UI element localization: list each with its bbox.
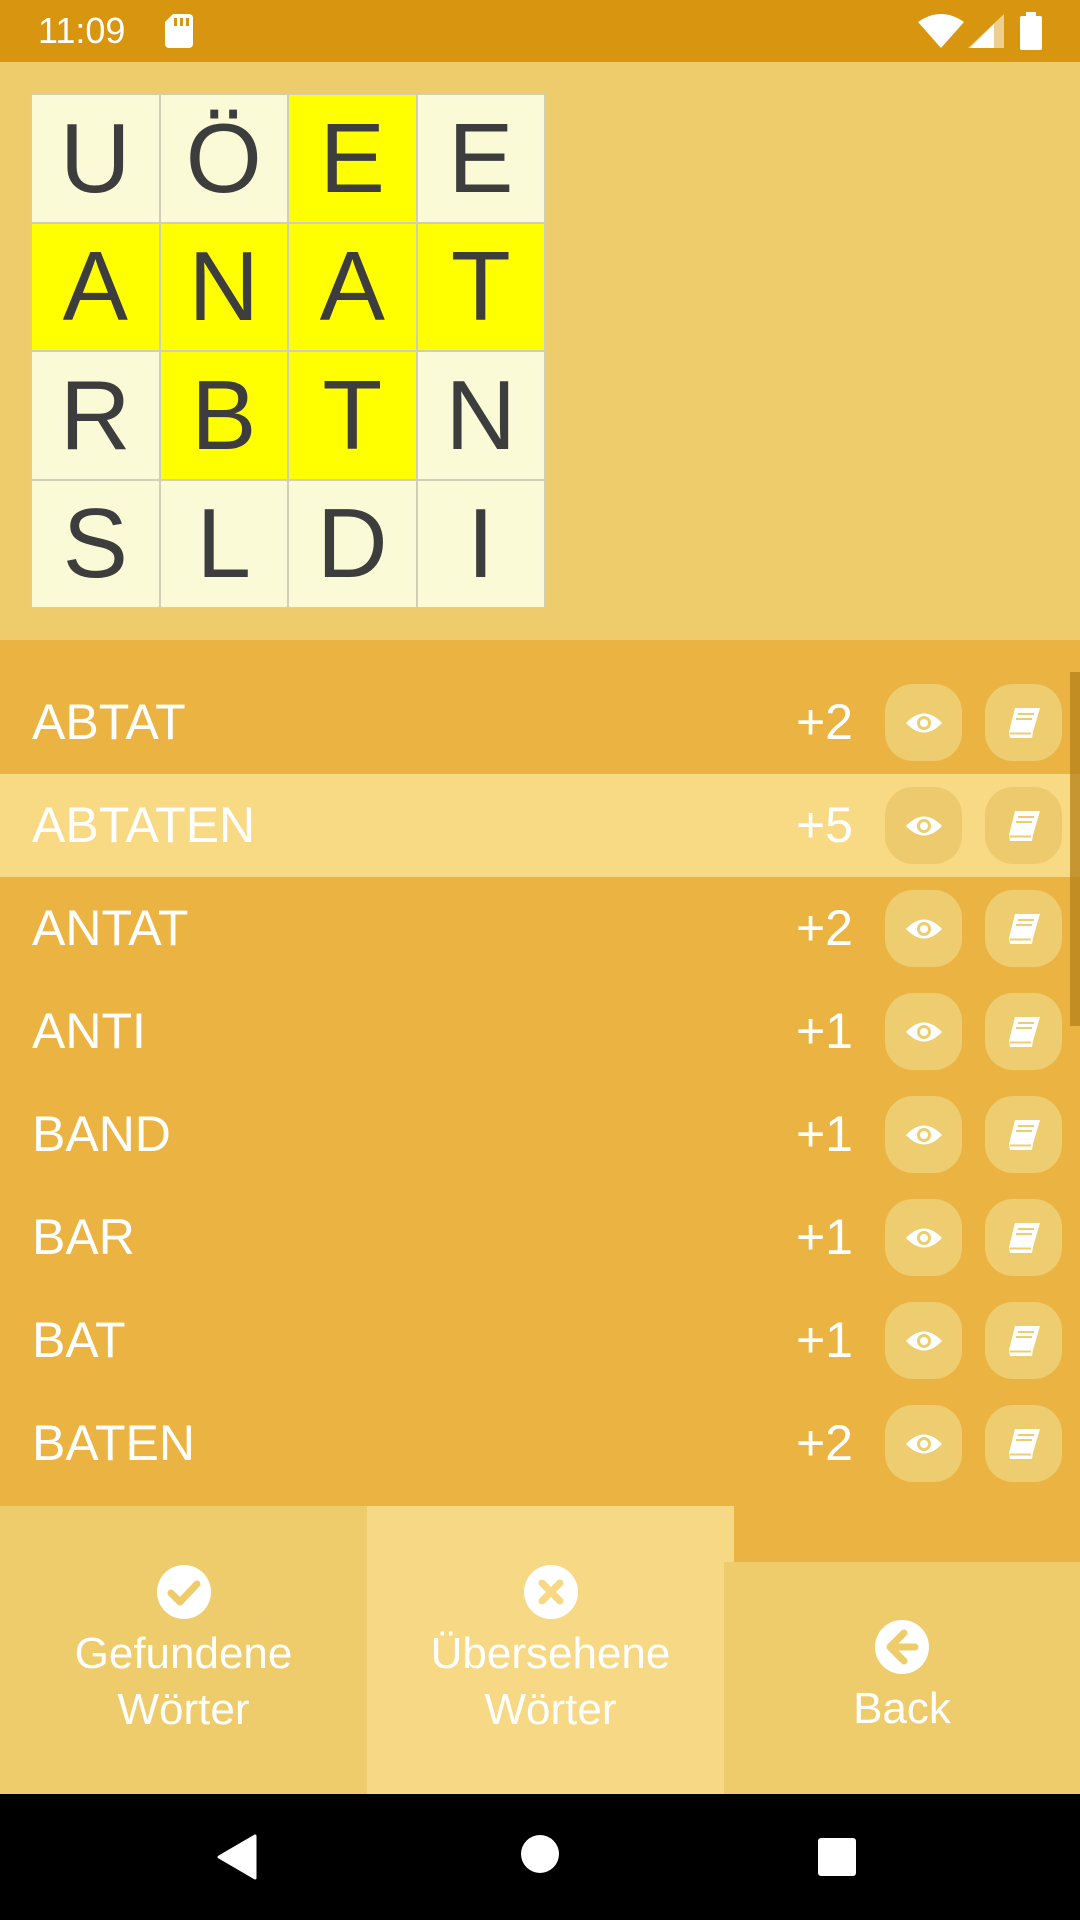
status-bar: 11:09 [0,0,1080,62]
show-word-button[interactable] [885,993,962,1070]
show-word-button[interactable] [885,787,962,864]
word-text: BATEN [32,1415,195,1471]
found-words-label-line2: Wörter [117,1685,250,1734]
word-row[interactable]: BAR +1 [0,1186,1080,1289]
word-row[interactable]: ABTATEN +5 [0,774,1080,877]
show-word-button[interactable] [885,1096,962,1173]
word-row[interactable]: BAT +1 [0,1289,1080,1392]
word-points: +1 [795,1003,853,1059]
word-points: +1 [795,1106,853,1162]
board-cell[interactable]: E [288,94,417,223]
show-word-button[interactable] [885,1405,962,1482]
word-points: +2 [795,900,853,956]
book-icon [1007,1016,1041,1048]
eye-icon [905,813,943,839]
back-button[interactable]: Back [724,1562,1080,1794]
check-circle-icon [156,1565,211,1619]
nav-home-icon[interactable] [520,1834,560,1874]
dictionary-button[interactable] [985,1405,1062,1482]
dictionary-button[interactable] [985,1096,1062,1173]
found-words-button[interactable]: Gefundene Wörter [0,1506,367,1794]
book-icon [1007,1119,1041,1151]
word-points: +1 [795,1312,853,1368]
board-cell[interactable]: S [31,479,160,608]
board-cell[interactable]: A [31,222,160,351]
board-cell[interactable]: N [159,222,288,351]
status-time: 11:09 [38,10,126,51]
board-area: UÖEEANATRBTNSLDI [0,62,1080,640]
missed-words-label-line2: Wörter [484,1685,617,1734]
navigation-bar [0,1794,1080,1920]
board-cell[interactable]: D [288,479,417,608]
book-icon [1007,1428,1041,1460]
book-icon [1007,707,1041,739]
eye-icon [905,710,943,736]
show-word-button[interactable] [885,684,962,761]
word-row[interactable]: ABTAT +2 [0,671,1080,774]
show-word-button[interactable] [885,1199,962,1276]
missed-words-label-line1: Übersehene [430,1629,671,1678]
back-label: Back [853,1684,951,1733]
found-words-label-line1: Gefundene [74,1629,293,1678]
battery-icon [1020,12,1042,50]
board-cell[interactable]: N [416,351,545,480]
sd-card-icon [165,14,193,48]
word-points: +5 [795,797,853,853]
board-cell[interactable]: Ö [159,94,288,223]
eye-icon [905,1431,943,1457]
word-text: ABTAT [32,694,186,750]
eye-icon [905,1225,943,1251]
word-text: BAR [32,1209,135,1265]
word-points: +2 [795,1415,853,1471]
word-text: BAT [32,1312,126,1368]
word-points: +1 [795,1209,853,1265]
book-icon [1007,1222,1041,1254]
wifi-icon [918,14,964,48]
dictionary-button[interactable] [985,890,1062,967]
board-cell[interactable]: T [288,351,417,480]
eye-icon [905,1122,943,1148]
eye-icon [905,1019,943,1045]
dictionary-button[interactable] [985,684,1062,761]
letter-board: UÖEEANATRBTNSLDI [31,94,545,608]
word-points: +2 [795,694,853,750]
dictionary-button[interactable] [985,1302,1062,1379]
board-cell[interactable]: A [288,222,417,351]
board-cell[interactable]: I [416,479,545,608]
word-row[interactable]: ANTI +1 [0,980,1080,1083]
board-cell[interactable]: R [31,351,160,480]
dictionary-button[interactable] [985,993,1062,1070]
eye-icon [905,1328,943,1354]
board-cell[interactable]: E [416,94,545,223]
book-icon [1007,810,1041,842]
word-text: ABTATEN [32,797,256,853]
word-list[interactable]: ABTAT +2 ABTATEN +5 ANTAT +2 ANTI +1 BAND +1 BAR +1… [0,671,1080,1506]
word-text: BAND [32,1106,171,1162]
x-circle-icon [523,1565,578,1619]
board-cell[interactable]: B [159,351,288,480]
word-row[interactable]: ANTAT +2 [0,877,1080,980]
show-word-button[interactable] [885,1302,962,1379]
nav-back-icon[interactable] [215,1834,257,1880]
arrow-left-circle-icon [875,1620,929,1674]
eye-icon [905,916,943,942]
show-word-button[interactable] [885,890,962,967]
book-icon [1007,913,1041,945]
signal-icon [968,14,1004,48]
book-icon [1007,1325,1041,1357]
dictionary-button[interactable] [985,787,1062,864]
board-cell[interactable]: T [416,222,545,351]
word-text: ANTAT [32,900,189,956]
missed-words-button[interactable]: Übersehene Wörter [367,1506,734,1794]
word-row[interactable]: BATEN +2 [0,1392,1080,1495]
nav-recents-icon[interactable] [817,1837,857,1877]
word-row[interactable]: BAND +1 [0,1083,1080,1186]
word-text: ANTI [32,1003,146,1059]
dictionary-button[interactable] [985,1199,1062,1276]
board-cell[interactable]: L [159,479,288,608]
scrollbar[interactable] [1070,672,1080,1026]
board-cell[interactable]: U [31,94,160,223]
